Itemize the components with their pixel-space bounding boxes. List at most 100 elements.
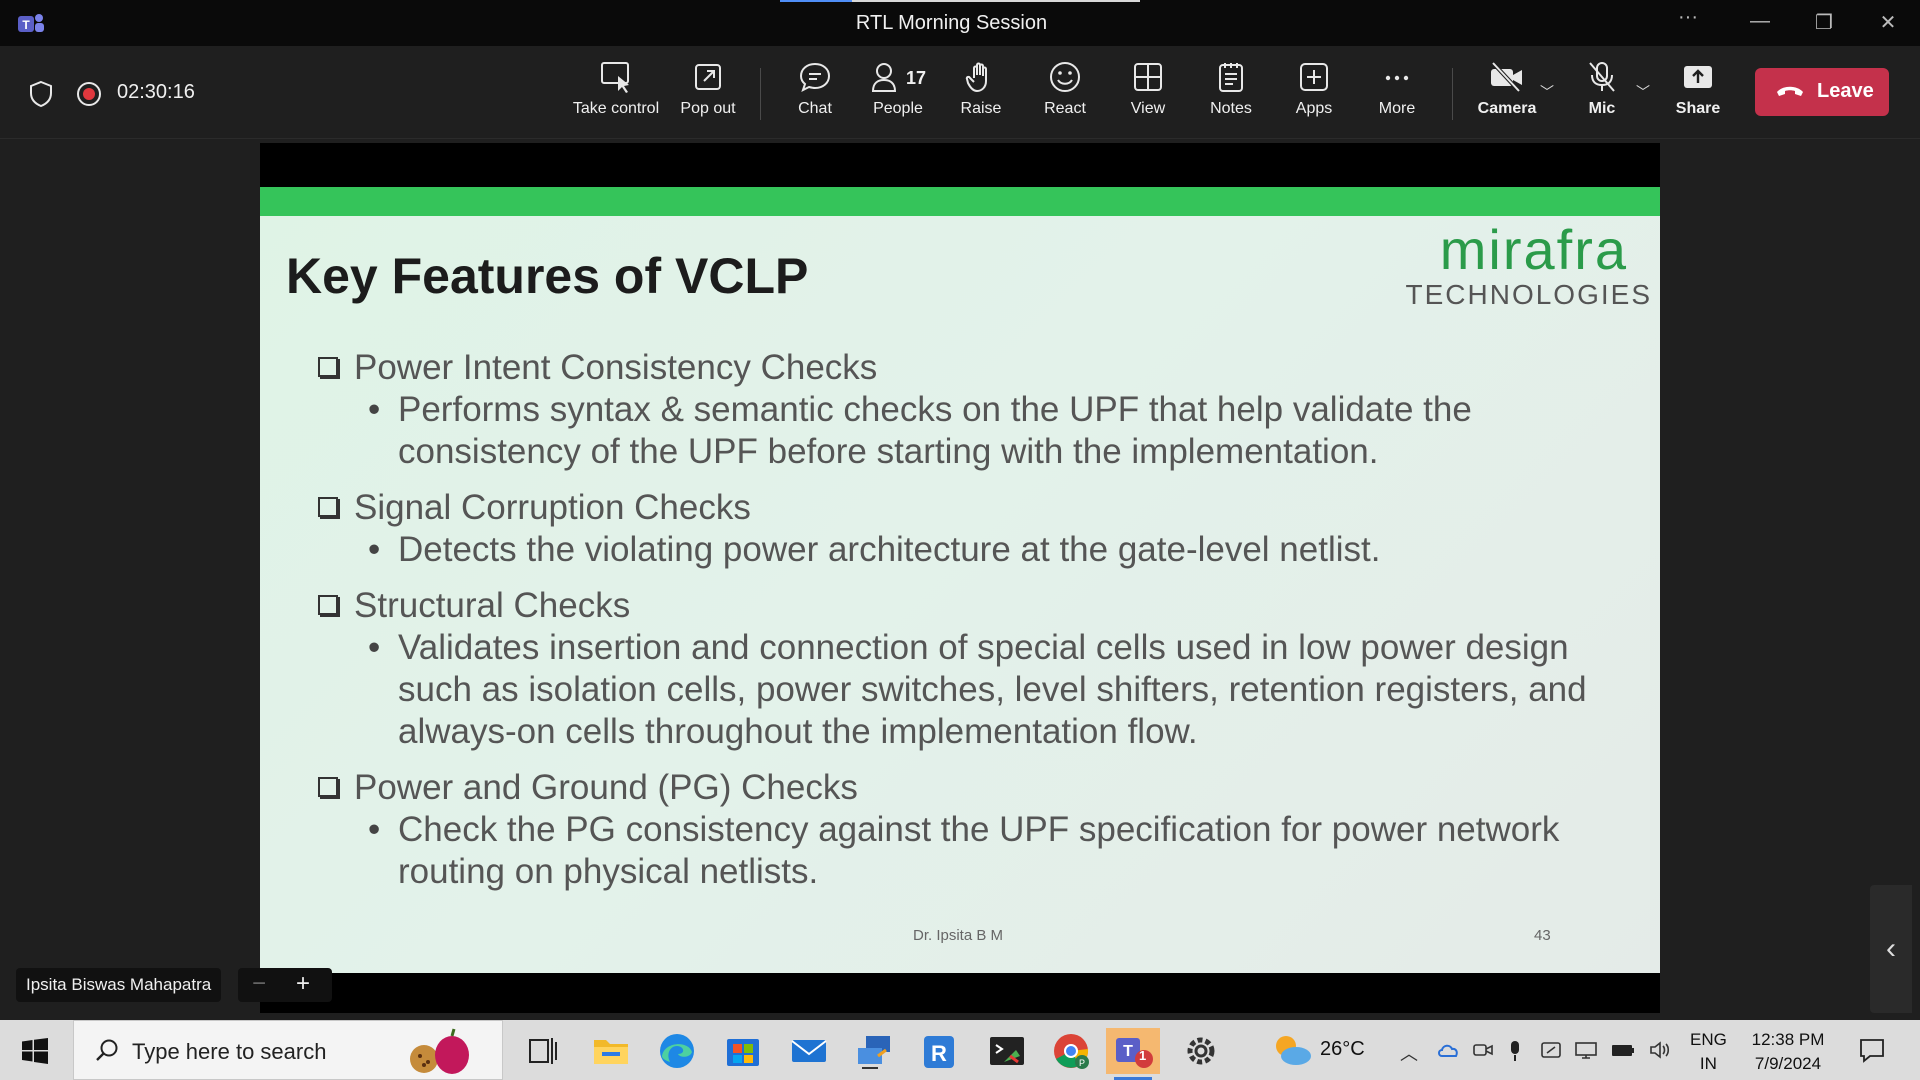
checkbox-bullet-icon bbox=[318, 497, 338, 517]
ellipsis-icon bbox=[1385, 75, 1409, 81]
share-button[interactable]: Share bbox=[1666, 60, 1730, 130]
onedrive-cloud-icon[interactable] bbox=[1436, 1040, 1460, 1060]
battery-icon[interactable] bbox=[1610, 1040, 1636, 1060]
share-icon bbox=[1684, 66, 1712, 88]
react-button[interactable]: React bbox=[1032, 60, 1098, 130]
notes-icon bbox=[1219, 63, 1243, 92]
search-highlight-fruit-icon bbox=[410, 1028, 469, 1074]
smiley-icon bbox=[1050, 62, 1080, 92]
rstudio-icon[interactable]: R bbox=[912, 1028, 966, 1074]
display-network-icon[interactable] bbox=[1574, 1040, 1598, 1060]
view-button[interactable]: View bbox=[1116, 60, 1180, 130]
feature-section: Power and Ground (PG) Checks • Check the … bbox=[316, 767, 1636, 893]
slide-footer-author: Dr. Ipsita B M bbox=[913, 927, 1004, 944]
svg-text:P: P bbox=[1079, 1058, 1085, 1068]
presenter-name-tag: Ipsita Biswas Mahapatra bbox=[16, 968, 222, 1002]
zoom-out-icon[interactable]: − bbox=[252, 970, 266, 998]
slide-content: Power Intent Consistency Checks • Perform… bbox=[316, 347, 1636, 907]
checkbox-bullet-icon bbox=[318, 357, 338, 377]
raise-hand-button[interactable]: Raise bbox=[948, 60, 1014, 130]
grid-view-icon bbox=[1134, 63, 1162, 91]
minimize-icon[interactable]: — bbox=[1740, 10, 1780, 33]
meet-now-icon[interactable] bbox=[1472, 1040, 1494, 1060]
teams-taskbar-icon[interactable]: T 1 bbox=[1106, 1028, 1160, 1080]
microsoft-store-icon[interactable] bbox=[716, 1028, 770, 1074]
people-count: 17 bbox=[906, 68, 927, 88]
network-drive-icon[interactable] bbox=[1540, 1040, 1562, 1060]
window-title: RTL Morning Session bbox=[855, 12, 1048, 34]
search-icon bbox=[96, 1039, 118, 1061]
add-app-icon bbox=[1300, 63, 1328, 91]
pop-out-button[interactable]: Pop out bbox=[670, 60, 746, 130]
feature-description: • Performs syntax & semantic checks on th… bbox=[368, 390, 1472, 471]
stage-letterbox-bottom bbox=[260, 973, 1660, 1013]
company-logo-subtitle: TECHNOLOGIES bbox=[1405, 279, 1652, 310]
shield-icon[interactable] bbox=[28, 80, 54, 108]
zoom-in-icon[interactable]: + bbox=[296, 970, 310, 998]
notes-button[interactable]: Notes bbox=[1198, 60, 1264, 130]
taskbar-clock[interactable]: 12:38 PM 7/9/2024 bbox=[1750, 1028, 1826, 1076]
camera-off-icon bbox=[1491, 61, 1522, 93]
mail-icon[interactable] bbox=[782, 1028, 836, 1074]
weather-cloud-sun-icon[interactable] bbox=[1270, 1032, 1314, 1068]
phone-hangup-icon bbox=[1777, 86, 1803, 96]
teams-icon: T bbox=[1116, 1038, 1153, 1068]
mic-button[interactable]: Mic bbox=[1570, 60, 1634, 130]
apps-button[interactable]: Apps bbox=[1282, 60, 1346, 130]
zoom-controls: − + bbox=[238, 968, 332, 1002]
terminal-app-icon[interactable] bbox=[980, 1028, 1034, 1074]
show-hidden-icons-chevron-icon[interactable]: ︿ bbox=[1400, 1040, 1418, 1066]
more-options-icon[interactable]: ··· bbox=[1668, 6, 1708, 29]
slide-page-number: 43 bbox=[1534, 927, 1551, 944]
meeting-toolbar: 02:30:16 Take control Pop out Chat 17 Pe… bbox=[0, 46, 1920, 139]
bullet-dot-icon: • bbox=[368, 628, 381, 667]
slide-title: Key Features of VCLP bbox=[286, 248, 809, 304]
edge-browser-icon[interactable] bbox=[650, 1028, 704, 1074]
take-control-button[interactable]: Take control bbox=[568, 60, 664, 130]
camera-options-chevron-icon[interactable]: ﹀ bbox=[1540, 82, 1554, 102]
restore-icon[interactable]: ❐ bbox=[1804, 10, 1844, 35]
mic-off-icon bbox=[1589, 62, 1615, 92]
chrome-browser-icon[interactable]: P bbox=[1044, 1028, 1098, 1074]
microphone-tray-icon[interactable] bbox=[1508, 1040, 1522, 1062]
svg-text:R: R bbox=[931, 1041, 947, 1066]
pop-out-icon bbox=[695, 64, 721, 90]
close-icon[interactable]: ✕ bbox=[1868, 10, 1908, 35]
stage-letterbox-top bbox=[260, 143, 1660, 187]
svg-text:T: T bbox=[1123, 1043, 1133, 1060]
camera-button[interactable]: Camera bbox=[1472, 60, 1542, 130]
people-button[interactable]: 17 People bbox=[862, 60, 934, 130]
company-logo: mirafra bbox=[1439, 218, 1628, 281]
chat-icon bbox=[799, 62, 831, 92]
bullet-dot-icon: • bbox=[368, 810, 381, 849]
search-placeholder: Type here to search bbox=[132, 1039, 327, 1064]
weather-temperature[interactable]: 26°C bbox=[1320, 1038, 1365, 1061]
toolbar-divider bbox=[760, 68, 761, 120]
recording-icon bbox=[77, 82, 101, 106]
more-button[interactable]: More bbox=[1364, 60, 1430, 130]
checkbox-bullet-icon bbox=[318, 777, 338, 797]
feature-description: • Check the PG consistency against the UP… bbox=[368, 810, 1560, 891]
teams-notification-badge: 1 bbox=[1139, 1048, 1147, 1063]
taskbar-search-box[interactable]: Type here to search bbox=[73, 1020, 503, 1080]
notification-center-icon[interactable] bbox=[1858, 1036, 1886, 1064]
file-explorer-icon[interactable] bbox=[584, 1028, 638, 1074]
volume-icon[interactable] bbox=[1648, 1040, 1672, 1060]
windows-taskbar: Type here to search R P T 1 26°C ︿ ENG I… bbox=[0, 1020, 1920, 1080]
chat-button[interactable]: Chat bbox=[782, 60, 848, 130]
mic-options-chevron-icon[interactable]: ﹀ bbox=[1636, 82, 1650, 102]
title-progress-bar bbox=[780, 0, 1140, 2]
feature-description: • Validates insertion and connection of s… bbox=[368, 628, 1587, 751]
shared-slide: Key Features of VCLP mirafra TECHNOLOGIE… bbox=[260, 187, 1660, 973]
feature-heading: Power and Ground (PG) Checks bbox=[316, 767, 1636, 809]
remote-desktop-icon[interactable] bbox=[848, 1028, 902, 1074]
leave-button[interactable]: Leave bbox=[1755, 68, 1889, 116]
task-view-icon[interactable] bbox=[516, 1028, 570, 1074]
input-language-indicator[interactable]: ENG IN bbox=[1690, 1028, 1727, 1076]
feature-description: • Detects the violating power architectur… bbox=[368, 530, 1381, 569]
feature-heading: Power Intent Consistency Checks bbox=[316, 347, 1636, 389]
collapse-panel-chevron-icon[interactable]: ‹ bbox=[1870, 885, 1912, 1013]
windows-start-icon[interactable] bbox=[22, 1038, 48, 1064]
settings-gear-icon[interactable] bbox=[1174, 1028, 1228, 1074]
feature-section: Structural Checks • Validates insertion a… bbox=[316, 585, 1636, 753]
